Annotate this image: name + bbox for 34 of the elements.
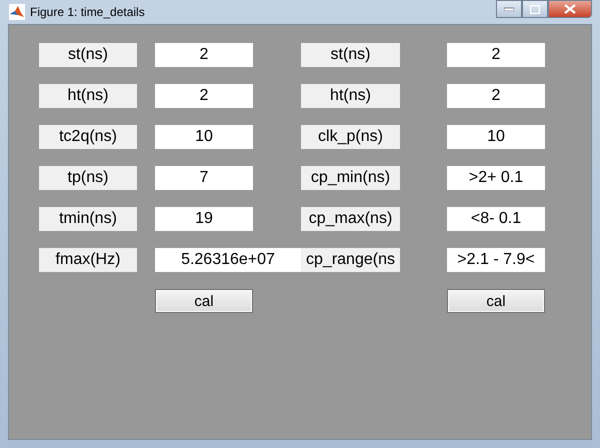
close-button[interactable] [548,0,592,18]
parameter-label: tp(ns) [39,166,137,190]
cal-button[interactable]: cal [155,289,253,313]
value-field[interactable]: >2.1 - 7.9< [447,248,545,272]
window-title: Figure 1: time_details [30,5,145,19]
parameter-label: fmax(Hz) [39,248,137,272]
parameter-label: tmin(ns) [39,207,137,231]
value-field[interactable]: 5.26316e+07 [155,248,301,272]
parameter-label: tc2q(ns) [39,125,137,149]
minimize-icon [504,7,514,11]
minimize-button[interactable] [496,0,522,18]
parameter-label: cp_min(ns) [301,166,400,190]
value-field[interactable]: 2 [155,84,253,108]
value-field[interactable]: 2 [447,43,545,67]
parameter-label: ht(ns) [301,84,400,108]
value-field[interactable]: 2 [447,84,545,108]
app-icon [9,4,25,20]
value-field[interactable]: 10 [155,125,253,149]
value-field[interactable]: <8- 0.1 [447,207,545,231]
cal-button[interactable]: cal [447,289,545,313]
parameter-label: st(ns) [39,43,137,67]
value-field[interactable]: >2+ 0.1 [447,166,545,190]
parameter-label: cp_range(ns [301,248,400,272]
close-icon [564,4,576,14]
parameter-label: st(ns) [301,43,400,67]
parameter-label: clk_p(ns) [301,125,400,149]
value-field[interactable]: 2 [155,43,253,67]
maximize-icon [530,4,540,14]
maximize-button[interactable] [522,0,548,18]
parameter-label: cp_max(ns) [301,207,400,231]
value-field[interactable]: 7 [155,166,253,190]
parameter-label: ht(ns) [39,84,137,108]
value-field[interactable]: 10 [447,125,545,149]
value-field[interactable]: 19 [155,207,253,231]
